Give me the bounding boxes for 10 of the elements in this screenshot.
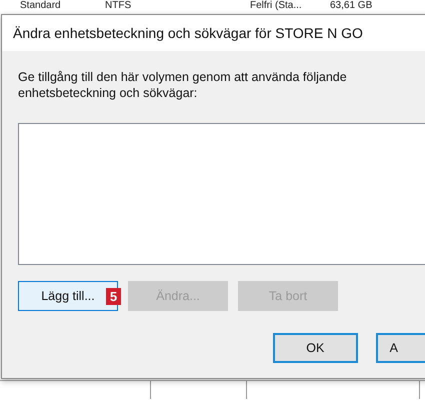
paths-list[interactable]: [18, 123, 425, 265]
dialog-button[interactable]: A: [376, 333, 425, 363]
step-badge: 5: [106, 288, 121, 305]
ok-button[interactable]: OK: [273, 333, 358, 363]
table-cell: Felfri (Sta...: [250, 0, 302, 11]
table-cell: NTFS: [105, 0, 132, 11]
table-cell: 63,61 GB: [330, 0, 372, 11]
window-title: Ändra enhetsbeteckning och sökvägar för STORE N GO: [2, 15, 425, 51]
description-text: Ge tillgång till den här volymen genom att använda följande enhetsbeteckning och sökvägar:: [18, 69, 348, 101]
table-cell: Standard: [20, 0, 61, 11]
